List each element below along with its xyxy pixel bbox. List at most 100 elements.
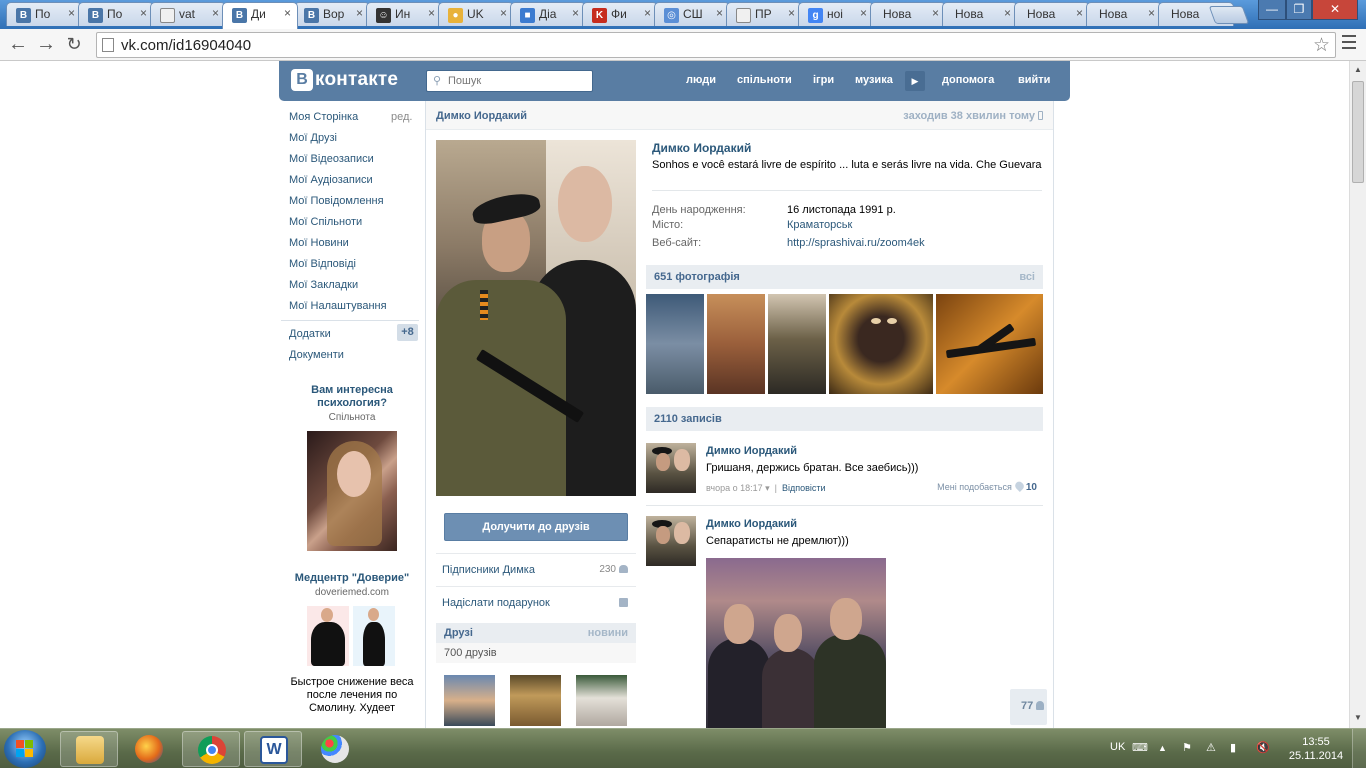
close-tab-icon[interactable]: × — [860, 6, 867, 20]
scroll-down-icon[interactable]: ▼ — [1354, 713, 1362, 722]
menu-my-friends[interactable]: Мої Друзі — [289, 132, 337, 144]
language-indicator[interactable]: UK — [1110, 741, 1125, 753]
city-value[interactable]: Краматорськ — [787, 219, 852, 231]
menu-my-settings[interactable]: Мої Налаштування — [289, 300, 387, 312]
play-icon[interactable]: ▶ — [905, 71, 925, 91]
followers-row[interactable]: Підписники Димка 230 — [436, 553, 636, 585]
browser-tab[interactable]: ◎ СШ × — [654, 2, 730, 26]
browser-tab[interactable]: K Фи × — [582, 2, 658, 26]
followers-label[interactable]: Підписники Димка — [442, 564, 535, 576]
close-tab-icon[interactable]: × — [68, 6, 75, 20]
close-tab-icon[interactable]: × — [284, 6, 291, 20]
post-author-avatar[interactable] — [646, 516, 696, 566]
close-tab-icon[interactable]: × — [212, 6, 219, 20]
browser-tab[interactable]: vat × — [150, 2, 226, 26]
friends-header[interactable]: Друзі новини — [436, 623, 636, 643]
nav-help[interactable]: допомога — [942, 74, 994, 86]
keyboard-icon[interactable]: ⌨ — [1132, 741, 1148, 754]
search-input[interactable]: ⚲ Пошук — [426, 70, 593, 92]
post-author-avatar[interactable] — [646, 443, 696, 493]
photo-thumb[interactable] — [936, 294, 1043, 394]
new-tab-button[interactable] — [1208, 6, 1250, 24]
close-tab-icon[interactable]: × — [644, 6, 651, 20]
friend-avatar[interactable] — [576, 675, 627, 726]
nav-games[interactable]: ігри — [813, 74, 834, 86]
paint-taskbar-button[interactable] — [306, 731, 364, 767]
back-icon[interactable]: ← — [6, 33, 30, 57]
firefox-taskbar-button[interactable] — [120, 731, 178, 767]
nav-people[interactable]: люди — [686, 74, 716, 86]
menu-edit-link[interactable]: ред. — [391, 111, 412, 123]
word-taskbar-button[interactable]: W — [244, 731, 302, 767]
address-bar[interactable]: vk.com/id16904040 ☆ — [96, 32, 1336, 58]
photo-thumb[interactable] — [707, 294, 765, 394]
scroll-thumb[interactable] — [1352, 81, 1364, 183]
network-warning-icon[interactable]: ⚠ — [1206, 741, 1216, 754]
menu-my-communities[interactable]: Мої Спільноти — [289, 216, 362, 228]
scroll-up-icon[interactable]: ▲ — [1354, 65, 1362, 74]
signal-icon[interactable]: ▮ — [1230, 741, 1236, 754]
photos-title[interactable]: 651 фотографія — [654, 271, 740, 283]
browser-tab[interactable]: B Вор × — [294, 2, 370, 26]
ad-title[interactable]: Медцентр "Доверие" — [279, 572, 425, 585]
vk-logo[interactable]: Bконтакте — [291, 69, 398, 93]
volume-muted-icon[interactable]: 🔇 — [1256, 741, 1270, 754]
close-tab-icon[interactable]: × — [932, 6, 939, 20]
bookmark-star-icon[interactable]: ☆ — [1313, 34, 1330, 57]
browser-tab[interactable]: ■ Діа × — [510, 2, 586, 26]
post-time[interactable]: вчора о 18:17 — [706, 483, 763, 493]
reload-icon[interactable]: ↻ — [62, 33, 86, 57]
nav-logout[interactable]: вийти — [1018, 74, 1050, 86]
friends-title[interactable]: Друзі — [444, 627, 473, 639]
browser-tab[interactable]: g ноі × — [798, 2, 874, 26]
browser-tab[interactable]: B Ди × — [222, 2, 298, 29]
browser-tab[interactable]: B По × — [78, 2, 154, 26]
menu-my-bookmarks[interactable]: Мої Закладки — [289, 279, 358, 291]
chrome-taskbar-button[interactable] — [182, 731, 240, 767]
apps-badge[interactable]: +8 — [397, 324, 418, 341]
forward-icon[interactable]: → — [34, 33, 58, 57]
ad-image[interactable] — [307, 431, 397, 551]
nav-communities[interactable]: спільноти — [737, 74, 792, 86]
send-gift-label[interactable]: Надіслати подарунок — [442, 597, 550, 609]
add-friend-button[interactable]: Долучити до друзів — [444, 513, 628, 541]
photos-header[interactable]: 651 фотографія всі — [646, 265, 1043, 289]
menu-icon[interactable] — [1342, 35, 1356, 53]
photo-thumb[interactable] — [646, 294, 704, 394]
post-photo[interactable] — [706, 558, 886, 728]
menu-my-audios[interactable]: Мої Аудіозаписи — [289, 174, 373, 186]
menu-my-page[interactable]: Моя Сторінка — [289, 111, 358, 123]
close-window-button[interactable]: ✕ — [1312, 0, 1358, 20]
tray-expand-icon[interactable]: ▲ — [1158, 743, 1167, 753]
browser-tab[interactable]: ● UK × — [438, 2, 514, 26]
close-tab-icon[interactable]: × — [428, 6, 435, 20]
reply-link[interactable]: Відповісти — [782, 483, 826, 493]
post-author[interactable]: Димко Иордакий — [706, 445, 797, 457]
close-tab-icon[interactable]: × — [500, 6, 507, 20]
ad-title[interactable]: Вам интересна психология? — [279, 384, 425, 410]
close-tab-icon[interactable]: × — [1076, 6, 1083, 20]
menu-apps[interactable]: Додатки — [289, 328, 331, 340]
website-link[interactable]: http://sprashivai.ru/zoom4ek — [787, 237, 925, 249]
clock[interactable]: 13:55 25.11.2014 — [1288, 735, 1344, 763]
friend-avatar[interactable] — [510, 675, 561, 726]
friend-avatar[interactable] — [444, 675, 495, 726]
nav-music[interactable]: музика — [855, 74, 893, 86]
vertical-scrollbar[interactable]: ▲ ▼ — [1349, 61, 1366, 728]
menu-documents[interactable]: Документи — [289, 349, 344, 361]
photo-thumb[interactable] — [768, 294, 826, 394]
minimize-button[interactable]: — — [1258, 0, 1286, 20]
explorer-taskbar-button[interactable] — [60, 731, 118, 767]
photo-thumb[interactable] — [829, 294, 933, 394]
action-center-icon[interactable]: ⚑ — [1182, 741, 1192, 754]
show-desktop-button[interactable] — [1352, 729, 1366, 768]
online-friends-button[interactable]: 77 — [1010, 689, 1047, 725]
close-tab-icon[interactable]: × — [716, 6, 723, 20]
url-text[interactable]: vk.com/id16904040 — [121, 37, 251, 54]
close-tab-icon[interactable]: × — [356, 6, 363, 20]
menu-my-news[interactable]: Мої Новини — [289, 237, 349, 249]
send-gift-row[interactable]: Надіслати подарунок — [436, 586, 636, 618]
menu-my-videos[interactable]: Мої Відеозаписи — [289, 153, 374, 165]
close-tab-icon[interactable]: × — [1004, 6, 1011, 20]
close-tab-icon[interactable]: × — [572, 6, 579, 20]
